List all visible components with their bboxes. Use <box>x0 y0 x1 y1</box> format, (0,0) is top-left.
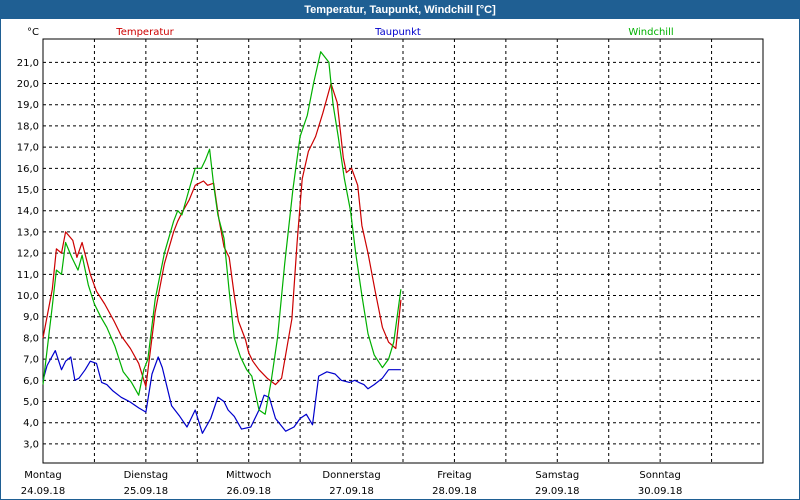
chart-window: Temperatur, Taupunkt, Windchill [°C] 3,0… <box>0 0 800 500</box>
y-tick-label: 3,0 <box>23 439 39 450</box>
series-lines <box>42 51 402 434</box>
axis-labels: 3,0 4,0 5,0 6,0 7,0 8,0 9,0 10,0 11,0 12,0 13,0 14,… <box>17 27 683 497</box>
x-tick-day: Freitag <box>437 470 471 481</box>
grid <box>43 39 763 463</box>
y-tick-label: 19,0 <box>17 100 39 111</box>
y-tick-label: 11,0 <box>17 270 39 281</box>
y-tick-label: 5,0 <box>23 397 39 408</box>
x-tick-day: Dienstag <box>124 470 169 481</box>
y-tick-label: 6,0 <box>23 376 39 387</box>
y-tick-label: 17,0 <box>17 143 39 154</box>
series-line-temperatur <box>42 82 402 388</box>
series-line-taupunkt <box>42 350 401 434</box>
y-tick-label: 15,0 <box>17 185 39 196</box>
y-tick-label: 20,0 <box>17 79 39 90</box>
y-tick-label: 13,0 <box>17 227 39 238</box>
y-tick-label: 7,0 <box>23 355 39 366</box>
x-tick-day: Samstag <box>535 470 579 481</box>
y-tick-label: 9,0 <box>23 312 39 323</box>
legend-temperatur: Temperatur <box>115 27 174 38</box>
y-tick-label: 21,0 <box>17 58 39 69</box>
x-tick-date: 30.09.18 <box>638 486 683 497</box>
x-tick-date: 24.09.18 <box>21 486 66 497</box>
legend-windchill: Windchill <box>628 27 673 38</box>
x-tick-date: 28.09.18 <box>432 486 477 497</box>
y-tick-label: 8,0 <box>23 333 39 344</box>
x-tick-date: 29.09.18 <box>535 486 580 497</box>
y-tick-label: 12,0 <box>17 249 39 260</box>
y-tick-label: 4,0 <box>23 418 39 429</box>
y-tick-label: 16,0 <box>17 164 39 175</box>
legend-taupunkt: Taupunkt <box>374 27 421 38</box>
line-chart: 3,0 4,0 5,0 6,0 7,0 8,0 9,0 10,0 11,0 12,0 13,0 14,… <box>17 27 764 497</box>
y-tick-label: 14,0 <box>17 206 39 217</box>
y-axis-label: °C <box>27 27 39 38</box>
y-tick-label: 10,0 <box>17 291 39 302</box>
x-tick-date: 25.09.18 <box>124 486 169 497</box>
x-tick-day: Montag <box>24 470 61 481</box>
y-tick-label: 18,0 <box>17 121 39 132</box>
window-title: Temperatur, Taupunkt, Windchill [°C] <box>1 1 799 19</box>
x-tick-date: 27.09.18 <box>329 486 374 497</box>
x-tick-day: Donnerstag <box>322 470 380 481</box>
x-tick-day: Sonntag <box>639 470 681 481</box>
x-tick-day: Mittwoch <box>226 470 271 481</box>
x-tick-date: 26.09.18 <box>226 486 271 497</box>
